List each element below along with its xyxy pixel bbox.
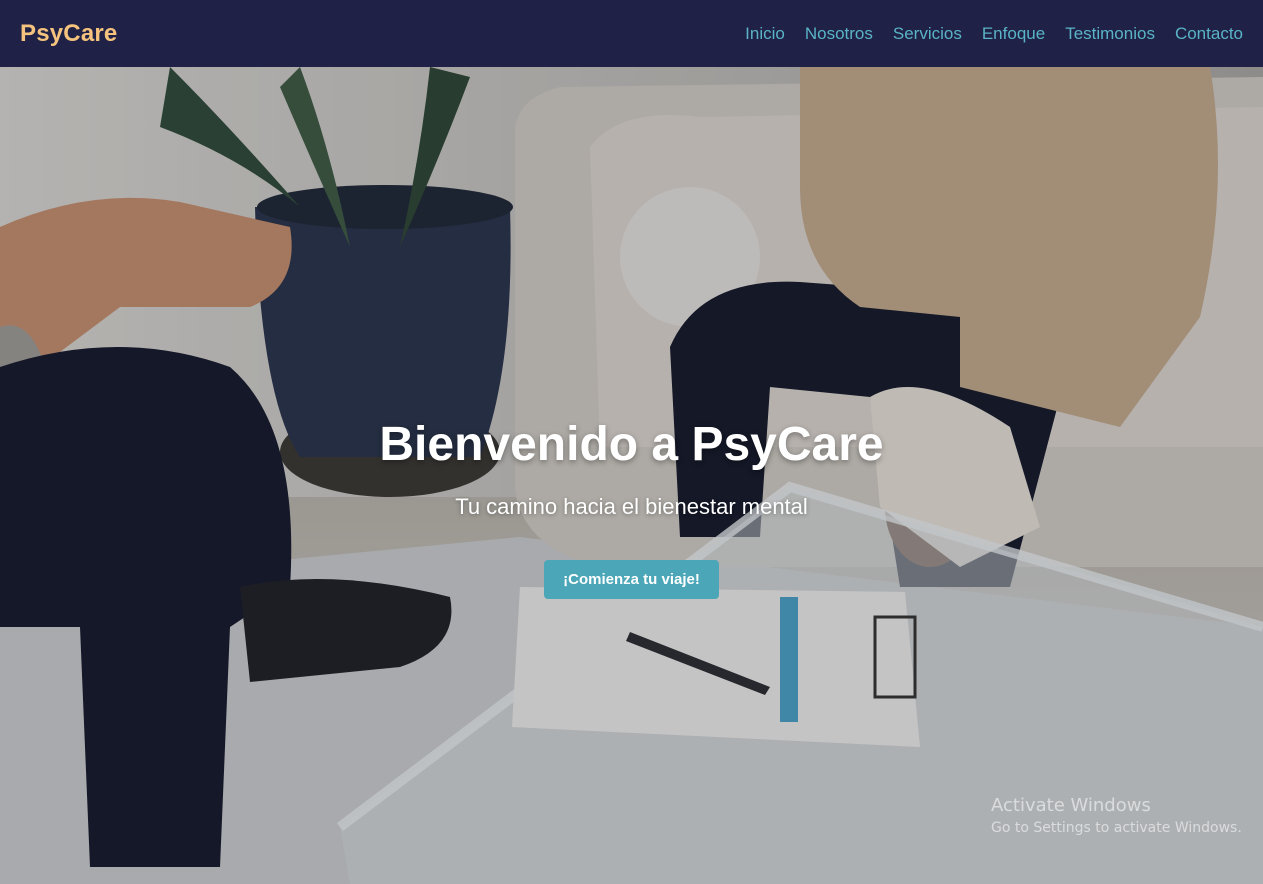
start-journey-button[interactable]: ¡Comienza tu viaje! [544, 560, 719, 599]
windows-activation-watermark: Activate Windows Go to Settings to activ… [991, 795, 1242, 836]
nav-links: Inicio Nosotros Servicios Enfoque Testim… [745, 24, 1243, 44]
hero-content: Bienvenido a PsyCare Tu camino hacia el … [0, 67, 1263, 884]
nav-link-enfoque[interactable]: Enfoque [982, 24, 1045, 44]
nav-link-testimonios[interactable]: Testimonios [1065, 24, 1155, 44]
watermark-subtitle: Go to Settings to activate Windows. [991, 820, 1242, 836]
hero-section: Bienvenido a PsyCare Tu camino hacia el … [0, 67, 1263, 884]
brand-logo[interactable]: PsyCare [20, 20, 117, 48]
watermark-title: Activate Windows [991, 795, 1151, 816]
top-navbar: PsyCare Inicio Nosotros Servicios Enfoqu… [0, 0, 1263, 67]
nav-link-servicios[interactable]: Servicios [893, 24, 962, 44]
hero-subtitle: Tu camino hacia el bienestar mental [455, 494, 808, 519]
nav-link-inicio[interactable]: Inicio [745, 24, 785, 44]
hero-title: Bienvenido a PsyCare [379, 418, 884, 471]
nav-link-contacto[interactable]: Contacto [1175, 24, 1243, 44]
nav-link-nosotros[interactable]: Nosotros [805, 24, 873, 44]
